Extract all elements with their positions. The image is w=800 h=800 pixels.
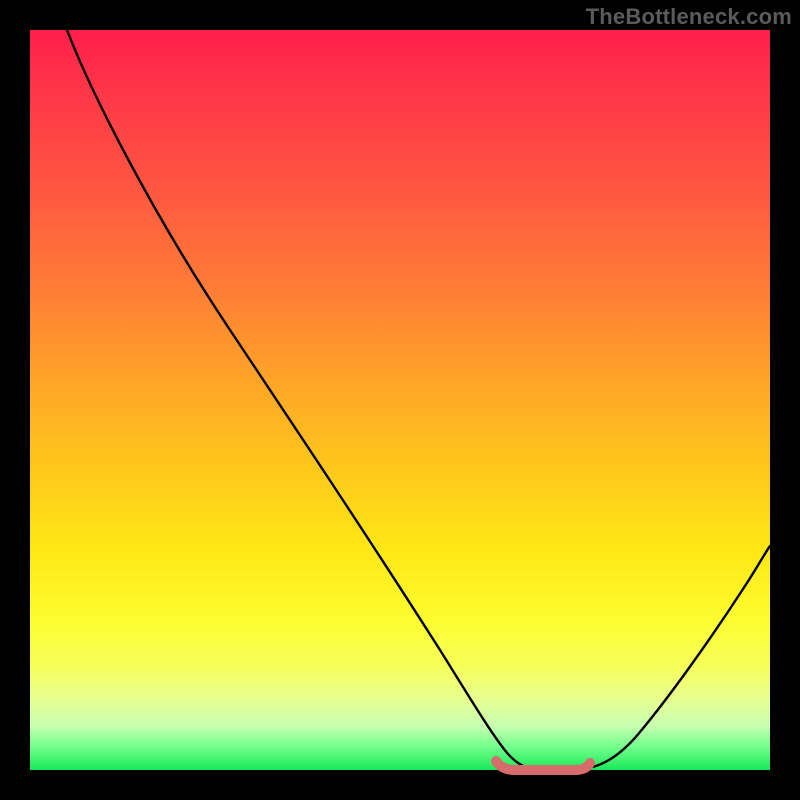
bottleneck-curve <box>67 30 770 770</box>
chart-frame: TheBottleneck.com <box>0 0 800 800</box>
plot-area <box>30 30 770 770</box>
curve-svg <box>30 30 770 770</box>
watermark-text: TheBottleneck.com <box>586 4 792 30</box>
optimum-marker <box>496 761 590 770</box>
